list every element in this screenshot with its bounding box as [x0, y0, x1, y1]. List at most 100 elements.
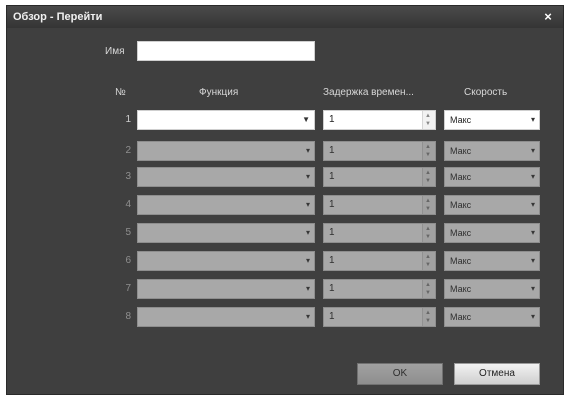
speed-select[interactable]: Макс ▾	[444, 141, 540, 161]
spinner[interactable]: ▲ ▼	[422, 280, 435, 298]
title-bar[interactable]: Обзор - Перейти ×	[7, 6, 563, 28]
spinner[interactable]: ▲ ▼	[422, 168, 435, 186]
spin-down-icon[interactable]: ▼	[425, 178, 431, 184]
speed-value: Макс	[450, 312, 472, 322]
delay-value: 1	[329, 145, 335, 156]
spin-up-icon[interactable]: ▲	[425, 282, 431, 288]
spin-down-icon[interactable]: ▼	[425, 318, 431, 324]
delay-spinbox[interactable]: 1 ▲ ▼	[323, 279, 436, 299]
chevron-down-icon: ▾	[530, 256, 535, 265]
spin-down-icon[interactable]: ▼	[425, 262, 431, 268]
row-number: 4	[125, 199, 131, 210]
function-select[interactable]: ▼	[137, 110, 315, 130]
chevron-down-icon: ▾	[530, 146, 535, 155]
function-select[interactable]: ▾	[137, 307, 315, 327]
speed-select[interactable]: Макс ▾	[444, 167, 540, 187]
row-number: 1	[125, 114, 131, 125]
function-select[interactable]: ▾	[137, 141, 315, 161]
header-delay: Задержка времен...	[323, 87, 414, 98]
spinner[interactable]: ▲ ▼	[422, 196, 435, 214]
speed-value: Макс	[450, 146, 472, 156]
header-speed: Скорость	[464, 87, 508, 98]
chevron-down-icon: ▾	[530, 228, 535, 237]
speed-select[interactable]: Макс ▾	[444, 195, 540, 215]
chevron-down-icon: ▾	[530, 172, 535, 181]
row-number: 2	[125, 145, 131, 156]
spin-down-icon[interactable]: ▼	[425, 290, 431, 296]
chevron-down-icon: ▾	[530, 284, 535, 293]
header-function: Функция	[199, 87, 239, 98]
function-select[interactable]: ▾	[137, 167, 315, 187]
ok-button[interactable]: OK	[357, 363, 443, 385]
spinner[interactable]: ▲ ▼	[422, 142, 435, 160]
speed-select[interactable]: Макс ▾	[444, 251, 540, 271]
chevron-down-icon: ▾	[530, 312, 535, 321]
spinner[interactable]: ▲ ▼	[422, 224, 435, 242]
chevron-down-icon: ▾	[305, 172, 310, 181]
speed-value: Макс	[450, 284, 472, 294]
spinner[interactable]: ▲ ▼	[422, 111, 435, 129]
delay-spinbox[interactable]: 1 ▲ ▼	[323, 141, 436, 161]
chevron-down-icon: ▾	[305, 146, 310, 155]
delay-value: 1	[329, 227, 335, 238]
spin-up-icon[interactable]: ▲	[425, 310, 431, 316]
delay-spinbox[interactable]: 1 ▲ ▼	[323, 110, 436, 130]
delay-value: 1	[329, 283, 335, 294]
spin-up-icon[interactable]: ▲	[425, 113, 431, 119]
spin-up-icon[interactable]: ▲	[425, 254, 431, 260]
chevron-down-icon: ▼	[302, 115, 310, 124]
name-input[interactable]	[137, 41, 315, 61]
dialog-title: Обзор - Перейти	[13, 11, 103, 23]
row-number: 5	[125, 227, 131, 238]
speed-select[interactable]: Макс ▾	[444, 223, 540, 243]
delay-spinbox[interactable]: 1 ▲ ▼	[323, 167, 436, 187]
delay-value: 1	[329, 311, 335, 322]
delay-spinbox[interactable]: 1 ▲ ▼	[323, 223, 436, 243]
row-number: 7	[125, 283, 131, 294]
spinner[interactable]: ▲ ▼	[422, 308, 435, 326]
function-select[interactable]: ▾	[137, 251, 315, 271]
speed-value: Макс	[450, 115, 472, 125]
chevron-down-icon: ▾	[305, 312, 310, 321]
delay-spinbox[interactable]: 1 ▲ ▼	[323, 307, 436, 327]
function-select[interactable]: ▾	[137, 279, 315, 299]
cancel-button[interactable]: Отмена	[454, 363, 540, 385]
name-label: Имя	[105, 46, 125, 57]
chevron-down-icon: ▾	[305, 228, 310, 237]
spin-down-icon[interactable]: ▼	[425, 121, 431, 127]
chevron-down-icon: ▾	[305, 256, 310, 265]
delay-value: 1	[329, 171, 335, 182]
spin-down-icon[interactable]: ▼	[425, 152, 431, 158]
speed-value: Макс	[450, 172, 472, 182]
chevron-down-icon: ▾	[305, 200, 310, 209]
speed-value: Макс	[450, 228, 472, 238]
speed-select[interactable]: Макс ▾	[444, 279, 540, 299]
delay-spinbox[interactable]: 1 ▲ ▼	[323, 195, 436, 215]
function-select[interactable]: ▾	[137, 223, 315, 243]
row-number: 8	[125, 311, 131, 322]
go-to-dialog: Обзор - Перейти × Имя № Функция Задержка…	[6, 5, 564, 395]
function-select[interactable]: ▾	[137, 195, 315, 215]
chevron-down-icon: ▾	[305, 284, 310, 293]
speed-value: Макс	[450, 200, 472, 210]
speed-select[interactable]: Макс ▾	[444, 110, 540, 130]
speed-value: Макс	[450, 256, 472, 266]
speed-select[interactable]: Макс ▾	[444, 307, 540, 327]
spin-down-icon[interactable]: ▼	[425, 234, 431, 240]
header-number: №	[115, 87, 126, 98]
close-icon[interactable]: ×	[541, 10, 555, 24]
delay-value: 1	[329, 255, 335, 266]
chevron-down-icon: ▾	[530, 200, 535, 209]
row-number: 3	[125, 171, 131, 182]
spin-up-icon[interactable]: ▲	[425, 144, 431, 150]
spin-up-icon[interactable]: ▲	[425, 170, 431, 176]
spin-up-icon[interactable]: ▲	[425, 198, 431, 204]
spinner[interactable]: ▲ ▼	[422, 252, 435, 270]
delay-value: 1	[329, 199, 335, 210]
row-number: 6	[125, 255, 131, 266]
chevron-down-icon: ▾	[530, 115, 535, 124]
delay-value: 1	[329, 114, 335, 125]
spin-down-icon[interactable]: ▼	[425, 206, 431, 212]
spin-up-icon[interactable]: ▲	[425, 226, 431, 232]
delay-spinbox[interactable]: 1 ▲ ▼	[323, 251, 436, 271]
